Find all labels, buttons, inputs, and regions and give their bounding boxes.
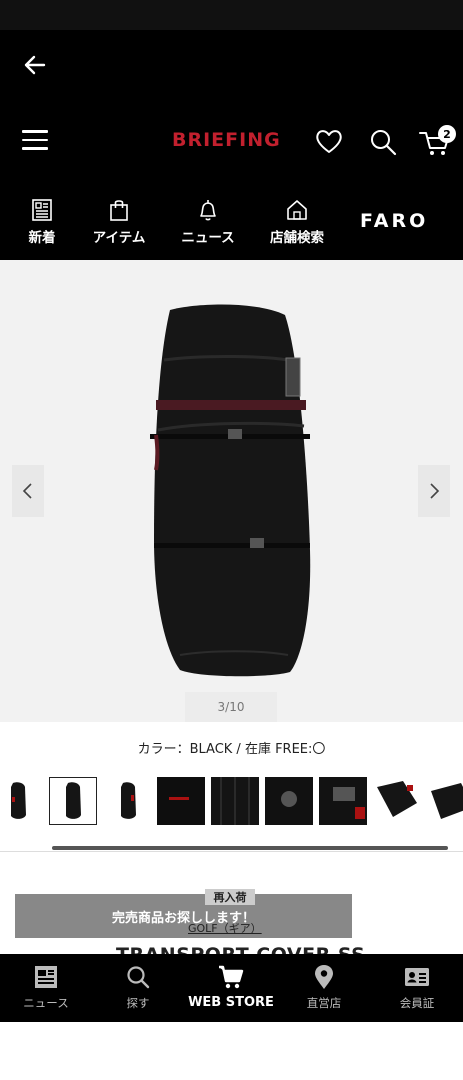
bottom-nav-web-store[interactable]: WEB STORE [185, 964, 277, 1010]
nav-label: ニュース [181, 230, 235, 246]
heart-icon[interactable] [314, 127, 344, 155]
thumbnail-selected[interactable] [49, 777, 97, 825]
news-icon [35, 966, 57, 988]
bottom-nav-label: WEB STORE [188, 995, 274, 1010]
bottom-nav-label: 会員証 [399, 996, 435, 1010]
thumbnail-scrollbar[interactable] [52, 846, 448, 850]
bell-icon [200, 200, 216, 221]
nav-label: 新着 [28, 230, 56, 246]
thumbnail-strip[interactable] [0, 777, 463, 825]
thumbnail-image [121, 782, 136, 819]
nav-item-store-search[interactable]: 店舗検索 [257, 198, 337, 246]
soldout-search-button[interactable]: 完売商品お探しします！ [15, 894, 352, 938]
bag-icon [110, 200, 128, 221]
restock-badge: 再入荷 [205, 889, 255, 905]
bottom-nav-label: 直営店 [306, 996, 342, 1010]
chevron-right-icon [430, 483, 440, 499]
image-counter: 3/10 [185, 692, 277, 722]
nav-item-new[interactable]: 新着 [2, 198, 82, 246]
thumbnail[interactable] [157, 777, 205, 825]
category-link[interactable]: GOLF（ギア） [188, 920, 262, 936]
menu-icon[interactable] [22, 130, 48, 152]
nav-item-items[interactable]: アイテム [79, 198, 159, 246]
news-list-icon [32, 199, 52, 221]
prev-image-button[interactable] [12, 465, 44, 517]
thumbnail-image [377, 781, 417, 817]
thumbnail-image [211, 777, 259, 825]
bottom-nav-stores[interactable]: 直営店 [278, 964, 370, 1011]
bottom-nav: ニュース 探す WEB STORE 直営店 会員証 [0, 954, 463, 1022]
thumbnail-image [11, 782, 26, 819]
thumbnail[interactable] [211, 777, 259, 825]
bottom-nav-member-card[interactable]: 会員証 [371, 964, 463, 1011]
thumbnail[interactable] [0, 777, 42, 825]
thumbnail[interactable] [373, 777, 421, 825]
thumbnail-image [431, 783, 463, 819]
cart-count-badge: 2 [438, 125, 456, 143]
product-gallery[interactable]: 3/10 [0, 260, 463, 722]
next-image-button[interactable] [418, 465, 450, 517]
thumbnail[interactable] [104, 777, 152, 825]
faro-link[interactable]: FARO [360, 210, 428, 232]
chevron-left-icon [22, 483, 32, 499]
product-image [150, 304, 311, 677]
cart-icon [219, 965, 244, 989]
search-icon [127, 966, 150, 989]
header: BRIEFING 2 新着 アイテム ニュース 店舗検索 FARO [0, 30, 463, 260]
bottom-nav-search[interactable]: 探す [92, 964, 184, 1011]
nav-item-news[interactable]: ニュース [168, 198, 248, 246]
store-icon [287, 200, 307, 220]
thumbnail-image [157, 777, 205, 825]
thumbnail[interactable] [319, 777, 367, 825]
thumbnail-image [66, 782, 81, 819]
back-arrow-icon[interactable] [20, 50, 50, 80]
thumbnail[interactable] [265, 777, 313, 825]
bottom-nav-news[interactable]: ニュース [0, 964, 92, 1011]
bottom-nav-label: 探す [126, 996, 150, 1010]
thumbnail-image [319, 777, 367, 825]
thumbnail-image [265, 777, 313, 825]
search-icon[interactable] [368, 127, 398, 157]
divider [0, 851, 463, 852]
brand-logo[interactable]: BRIEFING [172, 129, 281, 151]
nav-label: 店舗検索 [270, 230, 324, 246]
member-card-icon [405, 968, 429, 986]
thumbnail[interactable] [427, 777, 463, 825]
location-pin-icon [315, 965, 333, 989]
status-bar [0, 0, 463, 30]
bottom-nav-label: ニュース [23, 996, 69, 1010]
nav-label: アイテム [92, 230, 146, 246]
color-stock-info: カラー：BLACK / 在庫 FREE:〇 [137, 742, 326, 757]
